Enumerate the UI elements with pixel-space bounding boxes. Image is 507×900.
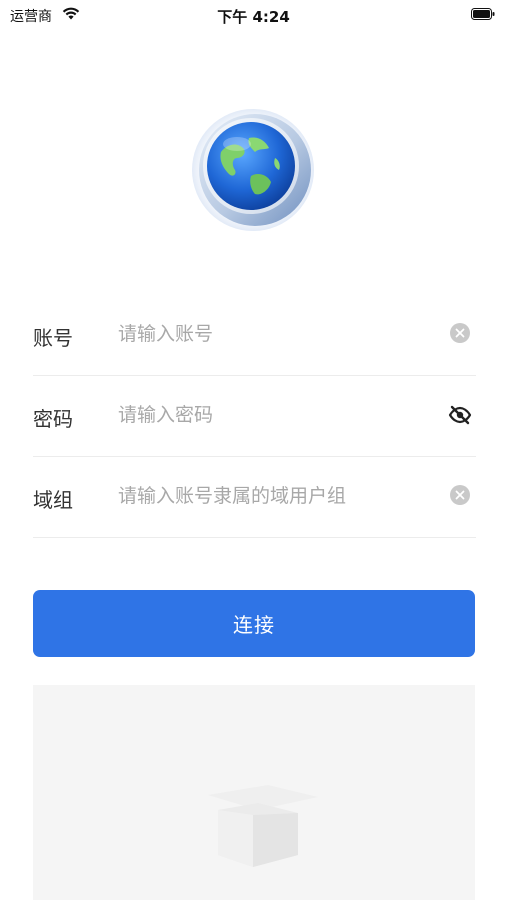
eye-hidden-icon[interactable]: [448, 405, 472, 425]
domain-group-input[interactable]: [118, 479, 438, 513]
status-bar: 运营商 下午 4:24: [0, 0, 507, 30]
account-label: 账号: [33, 326, 73, 350]
password-input[interactable]: [118, 398, 438, 432]
clear-icon[interactable]: [450, 323, 470, 343]
battery-icon: [471, 8, 495, 20]
empty-box-icon: [208, 785, 318, 867]
password-label: 密码: [33, 407, 73, 431]
connect-button[interactable]: 连接: [33, 590, 475, 657]
status-time: 下午 4:24: [217, 8, 290, 26]
account-input[interactable]: [118, 317, 438, 351]
clear-icon[interactable]: [450, 485, 470, 505]
password-row: 密码: [33, 376, 476, 457]
domain-group-row: 域组: [33, 457, 476, 538]
login-form: 账号 密码 域组: [33, 295, 476, 538]
account-row: 账号: [33, 295, 476, 376]
globe-logo-icon: [192, 109, 314, 231]
domain-group-label: 域组: [33, 488, 73, 512]
login-page: 运营商 下午 4:24 账号 请输入账号 密码 域组 请输入账号隶属的域用户组 …: [0, 0, 507, 900]
empty-panel: [33, 685, 475, 900]
